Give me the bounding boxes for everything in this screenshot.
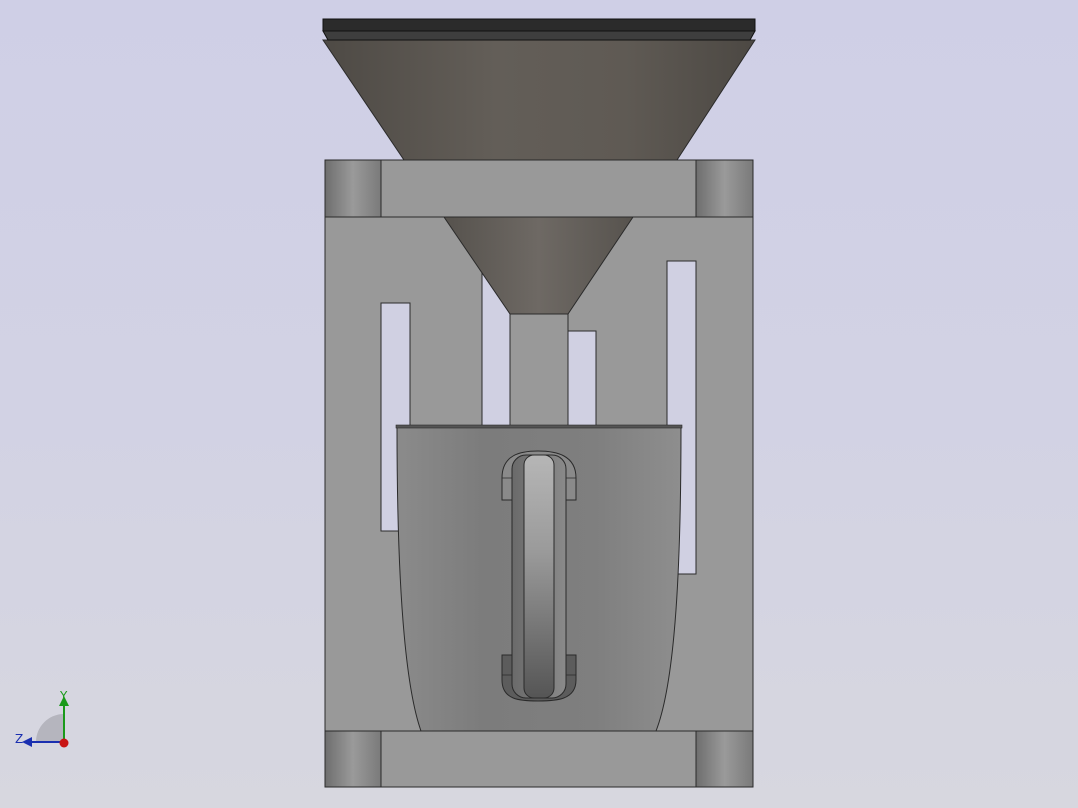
frame-slot-center-right: [567, 330, 597, 432]
triad-y-label: Y: [59, 689, 68, 703]
triad-z-label: Z: [15, 732, 23, 746]
frame-top-right-corner: [695, 159, 754, 218]
frame-center-column: [509, 313, 569, 433]
frame-top-left-corner: [324, 159, 382, 218]
triad-z-arrow: [22, 737, 32, 747]
hopper[interactable]: [322, 39, 756, 161]
handle-grip-center: [523, 454, 555, 699]
triad-x-axis-dot: [59, 738, 69, 748]
hopper-lid[interactable]: [322, 18, 756, 41]
hopper-lid-rim: [322, 30, 756, 41]
orientation-triad[interactable]: Y Z: [12, 688, 82, 758]
frame-bottom-right-corner: [695, 730, 754, 788]
frame-bottom-left-corner: [324, 730, 382, 788]
triad-plane-indicator: [36, 714, 64, 742]
hopper-lid-top: [322, 18, 756, 32]
mug-handle[interactable]: [501, 450, 577, 702]
cad-model-view[interactable]: [0, 0, 1078, 808]
cad-viewport[interactable]: Y Z: [0, 0, 1078, 808]
mug-rim: [395, 424, 683, 429]
